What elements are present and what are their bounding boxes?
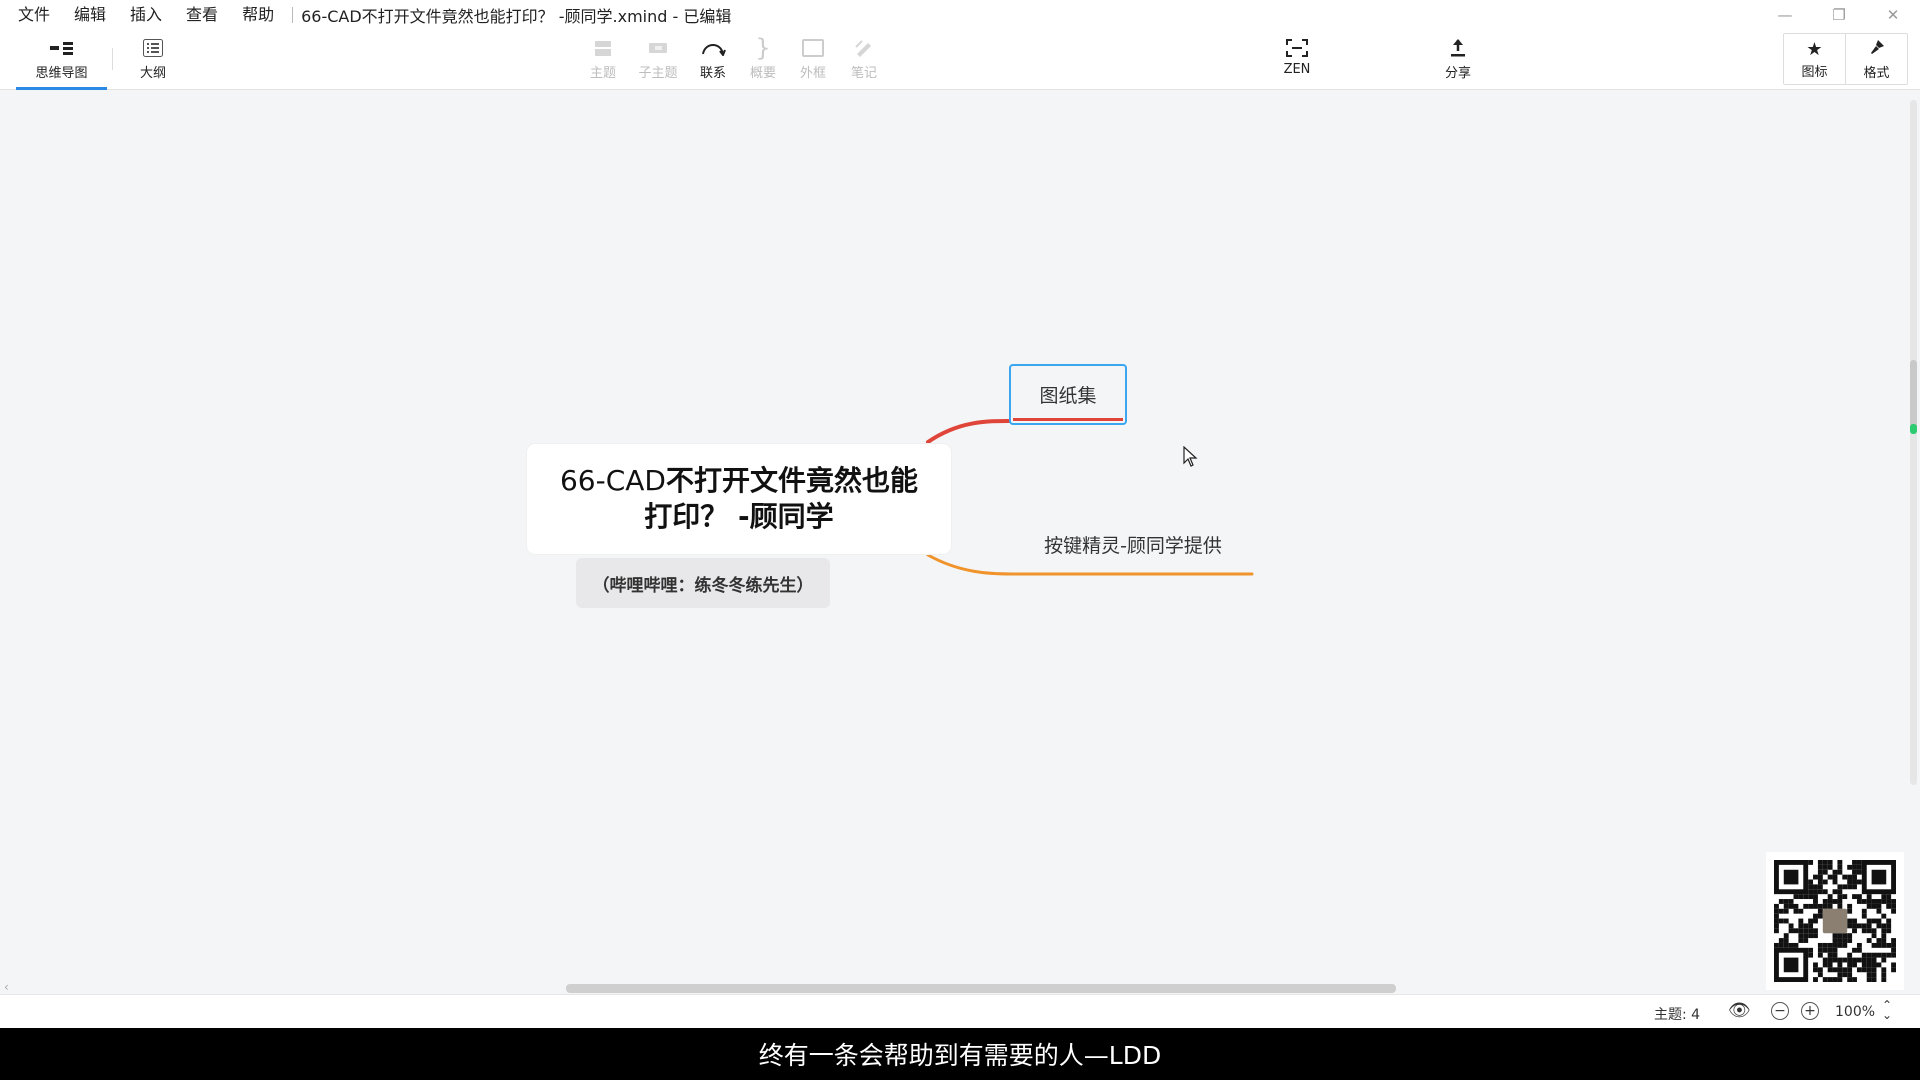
vertical-scroll-track — [1910, 100, 1917, 785]
format-label: 格式 — [1863, 65, 1890, 81]
summary-label: 概要 — [749, 66, 776, 81]
menu-view[interactable]: 查看 — [174, 0, 230, 30]
share-button[interactable]: 分享 — [1443, 34, 1473, 86]
zen-button[interactable]: ZEN — [1282, 34, 1312, 86]
zoom-level[interactable]: 100% — [1835, 1004, 1875, 1020]
outline-tab[interactable]: 大纲 — [138, 34, 168, 86]
window-title: 66-CAD不打开文件竟然也能打印？ -顾同学.xmind - 已编辑 — [301, 7, 732, 26]
central-topic-text-prefix: 66-CAD — [559, 464, 666, 497]
subtopic-button[interactable]: 子主题 — [637, 34, 679, 86]
topic-count: 主题: 4 — [1654, 1007, 1701, 1023]
zoom-stepper-icon[interactable]: ⌃ ⌄ — [1882, 999, 1892, 1021]
mindmap-icon — [49, 34, 75, 62]
topic-icon — [594, 34, 612, 62]
menu-edit[interactable]: 编辑 — [62, 0, 118, 30]
minus-icon: − — [1774, 1003, 1786, 1019]
star-icon: ★ — [1806, 38, 1823, 60]
central-topic-text-line1: 不打开文件竟然也能 — [665, 464, 918, 497]
central-topic[interactable]: 66-CAD不打开文件竟然也能 打印？ -顾同学 — [527, 444, 951, 554]
share-label: 分享 — [1444, 66, 1471, 81]
note-label: 笔记 — [850, 66, 877, 81]
mouse-cursor-icon — [1183, 446, 1198, 467]
boundary-button[interactable]: 外框 — [798, 34, 828, 86]
close-button[interactable]: ✕ — [1866, 0, 1920, 30]
format-panel-button[interactable]: 格式 — [1845, 34, 1907, 84]
minimize-icon: — — [1777, 6, 1793, 24]
scroll-left-icon[interactable]: ‹ — [4, 980, 9, 994]
note-button[interactable]: 笔记 — [849, 34, 879, 86]
vertical-scrollbar[interactable] — [1908, 90, 1920, 986]
topic-key-wizard[interactable]: 按键精灵-顾同学提供 — [1030, 526, 1236, 562]
status-bar: 主题: 4 👁 − + 100% ⌃ ⌄ — [0, 994, 1920, 1028]
menu-insert[interactable]: 插入 — [118, 0, 174, 30]
link-to-topic1 — [926, 418, 1014, 444]
toolbar-separator — [112, 48, 113, 70]
restore-icon: ❐ — [1832, 6, 1846, 24]
qr-code-pattern — [1774, 860, 1896, 982]
minimize-button[interactable]: — — [1758, 0, 1812, 30]
menu-help[interactable]: 帮助 — [230, 0, 286, 30]
boundary-label: 外框 — [799, 66, 826, 81]
outline-icon — [143, 34, 163, 62]
vertical-scroll-thumb[interactable] — [1910, 360, 1917, 434]
title-bar: 文件 编辑 插入 查看 帮助 66-CAD不打开文件竟然也能打印？ -顾同学.x… — [0, 0, 1920, 30]
zen-fullscreen-icon — [1286, 34, 1308, 62]
relationship-label: 联系 — [699, 66, 726, 81]
topic-button[interactable]: 主题 — [588, 34, 618, 86]
qr-code-image — [1766, 852, 1904, 990]
relationship-button[interactable]: 联系 — [698, 34, 728, 86]
floating-topic[interactable]: （哔哩哔哩：练冬冬练先生） — [576, 558, 830, 608]
menu-separator — [292, 7, 294, 23]
subtopic-label: 子主题 — [638, 66, 678, 81]
subtopic-icon — [648, 34, 668, 62]
brush-icon — [1868, 38, 1886, 62]
note-pencil-icon — [854, 34, 874, 62]
topic-drawing-set[interactable]: 图纸集 — [1009, 364, 1127, 425]
topic-label: 主题 — [589, 66, 616, 81]
video-subtitle: 终有一条会帮助到有需要的人—LDD — [0, 1028, 1920, 1080]
window-controls: — ❐ ✕ — [1758, 0, 1920, 30]
mindmap-canvas[interactable]: 66-CAD不打开文件竟然也能 打印？ -顾同学 （哔哩哔哩：练冬冬练先生） 图… — [0, 90, 1908, 986]
toolbar: 思维导图 大纲 主题 子主题 联系 } 概要 外框 笔记 ZEN 分享 — [0, 30, 1920, 90]
close-icon: ✕ — [1886, 6, 1900, 24]
horizontal-scroll-thumb[interactable] — [566, 984, 1396, 993]
summary-button[interactable]: } 概要 — [748, 34, 778, 86]
boundary-icon — [802, 34, 824, 62]
zen-label: ZEN — [1283, 62, 1311, 77]
relationship-icon — [700, 34, 726, 62]
share-upload-icon — [1449, 34, 1467, 62]
mindmap-label: 思维导图 — [35, 66, 88, 81]
menu-file[interactable]: 文件 — [0, 0, 62, 30]
icons-label: 图标 — [1801, 64, 1828, 80]
horizontal-scrollbar[interactable]: ‹ — [0, 980, 1908, 994]
outline-label: 大纲 — [139, 66, 166, 81]
zoom-in-button[interactable]: + — [1801, 1002, 1819, 1020]
icons-panel-button[interactable]: ★ 图标 — [1784, 34, 1845, 84]
zoom-out-button[interactable]: − — [1771, 1002, 1789, 1020]
summary-brace-icon: } — [755, 34, 771, 62]
maximize-button[interactable]: ❐ — [1812, 0, 1866, 30]
plus-icon: + — [1804, 1003, 1816, 1019]
mindmap-tab[interactable]: 思维导图 — [16, 34, 107, 90]
topic-connections — [926, 418, 1254, 576]
panel-toggle-group: ★ 图标 格式 — [1783, 33, 1908, 85]
eye-icon[interactable]: 👁 — [1728, 1000, 1751, 1021]
central-topic-text-line2: 打印？ -顾同学 — [644, 500, 834, 533]
